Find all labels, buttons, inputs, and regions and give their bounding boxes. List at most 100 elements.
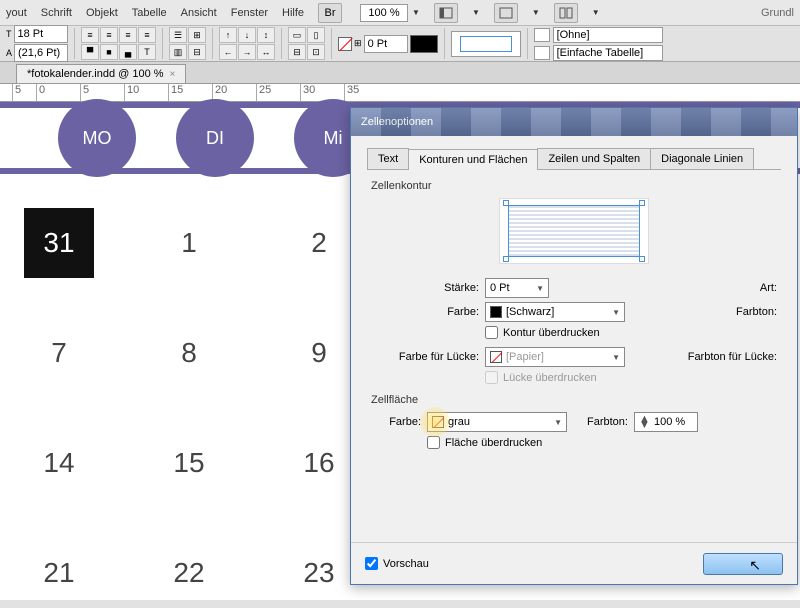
rows-icon[interactable]: ☰ [169,27,187,43]
label-staerke: Stärke: [371,282,479,294]
dropdown-arrow-icon[interactable]: ▼ [592,8,600,17]
zoom-dropdown-icon[interactable]: ▼ [412,8,420,17]
farbe-luecke-field[interactable]: [Papier]▼ [485,347,625,367]
leading-field[interactable]: (21,6 Pt) [14,44,68,62]
valign-top-icon[interactable]: ▀ [81,44,99,60]
grau-swatch-icon [432,416,444,428]
unmerge-icon[interactable]: ▯ [307,27,325,43]
calendar-cell[interactable]: 8 [154,318,224,388]
menu-fenster[interactable]: Fenster [231,7,268,19]
dialog-footer: Vorschau ↖ [351,542,797,584]
screen-mode-icon[interactable] [494,3,518,23]
align-left-icon[interactable]: ≡ [81,27,99,43]
stroke-weight-icon: ⊞ [354,38,362,49]
tab-konturen[interactable]: Konturen und Flächen [408,149,538,170]
fill-swatch-icon[interactable] [338,37,352,51]
workspace-label[interactable]: Grundl [761,7,794,19]
label-art: Art: [760,282,777,294]
calendar-cell[interactable]: 31 [24,208,94,278]
valign-mid-icon[interactable]: ■ [100,44,118,60]
menu-bar: yout Schrift Objekt Tabelle Ansicht Fens… [0,0,800,26]
kontur-ueberdrucken-checkbox[interactable] [485,326,498,339]
label-kontur-ueber: Kontur überdrucken [503,327,600,339]
table-style-icon [534,46,550,60]
merge-icon[interactable]: ⊞ [188,27,206,43]
menu-layout[interactable]: yout [6,7,27,19]
row-height-icon[interactable]: ↕ [257,27,275,43]
tab-zeilen[interactable]: Zeilen und Spalten [537,148,651,169]
align-justify-icon[interactable]: ≡ [138,27,156,43]
cell-border-proxy[interactable] [451,31,521,57]
bridge-icon[interactable]: Br [318,3,342,23]
document-tab[interactable]: *fotokalender.indd @ 100 % × [16,64,186,83]
close-tab-icon[interactable]: × [170,69,176,80]
farbe-field[interactable]: [Schwarz]▼ [485,302,625,322]
calendar-cell[interactable]: 22 [154,538,224,608]
label-farbe-luecke: Farbe für Lücke: [371,351,479,363]
label-farbton: Farbton: [736,306,777,318]
split-icon[interactable]: ⊟ [188,44,206,60]
ok-button[interactable] [703,553,783,575]
fill-farbe-field[interactable]: grau ▼ [427,412,567,432]
menu-schrift[interactable]: Schrift [41,7,72,19]
cell-style-field[interactable]: [Ohne] [553,27,663,43]
calendar-cell[interactable]: 14 [24,428,94,498]
horizontal-ruler: 5 0 5 10 15 20 25 30 35 [0,84,800,102]
text-rotate-icon[interactable]: T [138,44,156,60]
day-header-di: DI [176,99,254,177]
table-style-field[interactable]: [Einfache Tabelle] [553,45,663,61]
align-right-icon[interactable]: ≡ [119,27,137,43]
col-before-icon[interactable]: ← [219,44,237,60]
calendar-cell[interactable]: 2 [284,208,354,278]
section-zellenkontur: Zellenkontur [371,180,777,192]
calendar-cell[interactable]: 16 [284,428,354,498]
split-h-icon[interactable]: ⊟ [288,44,306,60]
arrange-icon[interactable] [554,3,578,23]
merge-cells-icon[interactable]: ▭ [288,27,306,43]
vorschau-checkbox[interactable] [365,557,378,570]
font-size-field[interactable]: 18 Pt [14,25,68,43]
day-header-mo: MO [58,99,136,177]
align-center-icon[interactable]: ≡ [100,27,118,43]
row-before-icon[interactable]: ↑ [219,27,237,43]
menu-hilfe[interactable]: Hilfe [282,7,304,19]
cell-options-dialog: Zellenoptionen Text Konturen und Flächen… [350,107,798,585]
document-tab-bar: *fotokalender.indd @ 100 % × [0,62,800,84]
stroke-style-swatch[interactable] [410,35,438,53]
col-width-icon[interactable]: ↔ [257,44,275,60]
split-v-icon[interactable]: ⊡ [307,44,325,60]
dropdown-arrow-icon[interactable]: ▼ [532,8,540,17]
cols-icon[interactable]: ▥ [169,44,187,60]
row-after-icon[interactable]: ↓ [238,27,256,43]
luecke-ueberdrucken-checkbox [485,371,498,384]
zoom-input[interactable] [360,4,408,22]
section-zellflaeche: Zellfläche [371,394,777,406]
calendar-cell[interactable]: 1 [154,208,224,278]
flaeche-ueberdrucken-checkbox[interactable] [427,436,440,449]
none-swatch-icon [490,351,502,363]
menu-ansicht[interactable]: Ansicht [181,7,217,19]
calendar-cell[interactable]: 7 [24,318,94,388]
calendar-cell[interactable]: 9 [284,318,354,388]
tab-diagonale[interactable]: Diagonale Linien [650,148,754,169]
calendar-cell[interactable]: 15 [154,428,224,498]
dialog-titlebar[interactable]: Zellenoptionen [351,108,797,136]
menu-tabelle[interactable]: Tabelle [132,7,167,19]
staerke-field[interactable]: 0 Pt▼ [485,278,549,298]
valign-bot-icon[interactable]: ▄ [119,44,137,60]
fill-farbton-field[interactable]: ▲▼ 100 % [634,412,698,432]
calendar-cell[interactable]: 21 [24,538,94,608]
label-farbe-fill: Farbe: [371,416,421,428]
leading-icon: A [6,48,12,58]
col-after-icon[interactable]: → [238,44,256,60]
label-farbton-luecke: Farbton für Lücke: [688,351,777,363]
view-mode-icon[interactable] [434,3,458,23]
dropdown-arrow-icon[interactable]: ▼ [472,8,480,17]
tab-text[interactable]: Text [367,148,409,169]
label-luecke-ueber: Lücke überdrucken [503,372,597,384]
calendar-cell[interactable]: 23 [284,538,354,608]
menu-objekt[interactable]: Objekt [86,7,118,19]
label-farbe: Farbe: [371,306,479,318]
stroke-weight-field[interactable]: 0 Pt [364,35,408,53]
stroke-preview[interactable] [499,198,649,264]
